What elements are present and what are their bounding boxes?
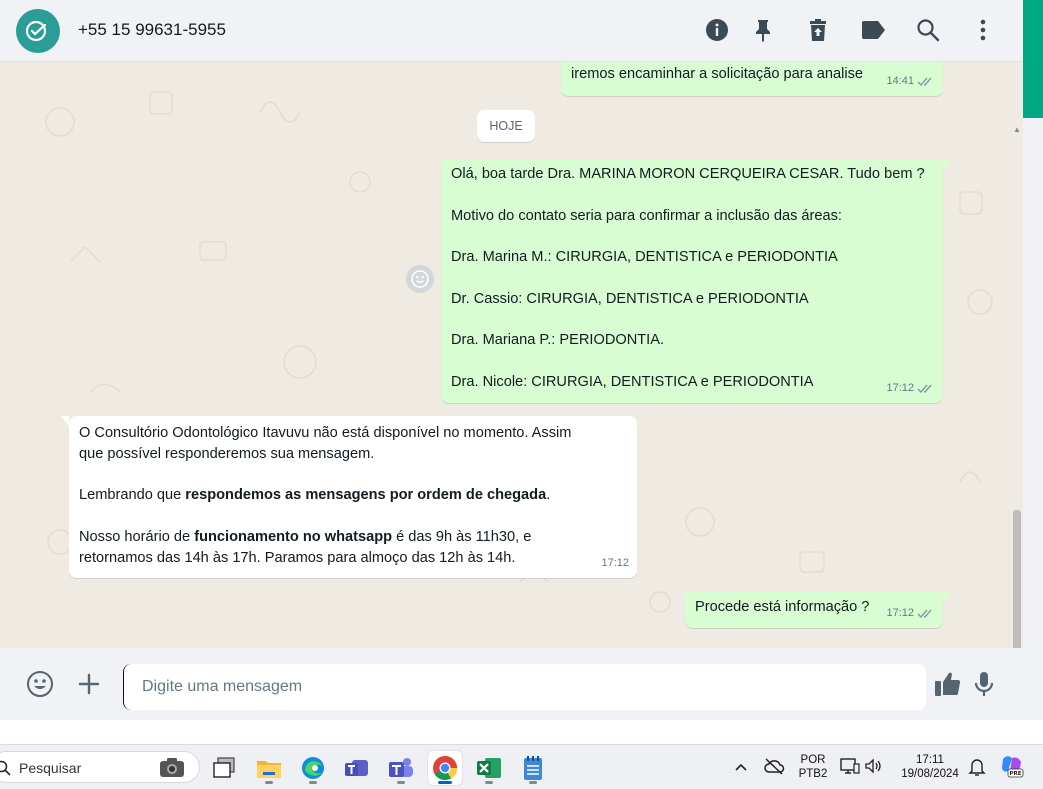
taskbar-search-label: Pesquisar bbox=[19, 760, 82, 776]
message-line: Dra. Nicole: CIRURGIA, DENTISTICA e PERI… bbox=[451, 373, 814, 390]
message-line: Dr. Cassio: CIRURGIA, DENTISTICA e PERIO… bbox=[451, 290, 809, 307]
file-explorer-icon[interactable] bbox=[252, 751, 286, 785]
teams-icon[interactable] bbox=[384, 751, 418, 785]
label-icon[interactable] bbox=[860, 17, 886, 43]
message-meta: 17:12 bbox=[886, 378, 935, 399]
volume-icon[interactable] bbox=[864, 757, 882, 780]
attach-plus-icon[interactable] bbox=[73, 668, 105, 700]
message-input[interactable] bbox=[123, 664, 926, 710]
search-icon bbox=[0, 760, 11, 776]
avatar-logo-icon bbox=[25, 20, 47, 42]
delete-icon[interactable] bbox=[805, 17, 831, 43]
message-line: Dra. Mariana P.: PERIODONTIA. bbox=[451, 332, 665, 349]
bubble-tail bbox=[943, 159, 951, 169]
message-incoming[interactable]: O Consultório Odontológico Itavuvu não e… bbox=[61, 416, 637, 578]
window-edge bbox=[1023, 0, 1043, 720]
thumbs-up-icon[interactable] bbox=[932, 668, 964, 700]
cloud-offline-icon[interactable] bbox=[763, 757, 785, 780]
taskbar: Pesquisar POR PTB2 17:11 19/08/2024 PRE bbox=[0, 744, 1043, 789]
system-clock[interactable]: 17:11 19/08/2024 bbox=[895, 753, 965, 781]
tray-chevron-up-icon[interactable] bbox=[734, 759, 748, 777]
message-list[interactable]: ▲ ▼ iremos encaminhar a solicitação para… bbox=[0, 62, 1023, 648]
clock-date: 19/08/2024 bbox=[901, 768, 959, 780]
message-time: 17:12 bbox=[886, 607, 914, 620]
emoji-icon[interactable] bbox=[24, 668, 56, 700]
pin-icon[interactable] bbox=[750, 17, 776, 43]
edge-browser-icon[interactable] bbox=[296, 751, 330, 785]
message-outgoing[interactable]: Procede está informação ? 17:12 bbox=[685, 591, 951, 628]
search-icon[interactable] bbox=[915, 17, 941, 43]
message-body: O Consultório Odontológico Itavuvu não e… bbox=[79, 423, 571, 569]
message-line: Lembrando que respondemos as mensagens p… bbox=[79, 487, 551, 504]
teams-classic-icon[interactable] bbox=[340, 751, 374, 785]
task-view-icon[interactable] bbox=[207, 751, 241, 785]
message-time: 17:12 bbox=[886, 382, 914, 395]
chrome-icon[interactable] bbox=[428, 751, 462, 785]
menu-icon[interactable] bbox=[970, 17, 996, 43]
message-line: Motivo do contato seria para confirmar a… bbox=[451, 207, 842, 224]
message-text: iremos encaminhar a solicitação para ana… bbox=[571, 66, 864, 82]
message-line: Dra. Marina M.: CIRURGIA, DENTISTICA e P… bbox=[451, 249, 838, 266]
message-meta: 14:41 bbox=[886, 71, 935, 92]
scroll-up-arrow[interactable]: ▲ bbox=[1013, 126, 1021, 134]
bold-text: respondemos as mensagens por ordem de ch… bbox=[185, 487, 547, 504]
message-text: Procede está informação ? bbox=[695, 599, 870, 615]
info-icon[interactable] bbox=[704, 17, 730, 43]
message-meta: 17:12 bbox=[601, 553, 629, 574]
smiley-icon bbox=[411, 270, 429, 288]
contact-avatar[interactable] bbox=[16, 9, 60, 53]
taskbar-search[interactable]: Pesquisar bbox=[0, 751, 200, 783]
emoji-reaction-button[interactable] bbox=[406, 265, 434, 293]
scrollbar-thumb[interactable] bbox=[1013, 510, 1021, 648]
display-icon[interactable] bbox=[840, 757, 860, 780]
message-composer bbox=[0, 648, 1023, 720]
message-time: 17:12 bbox=[601, 557, 629, 570]
message-line: retornamos das 14h às 17h. Paramos para … bbox=[79, 549, 516, 566]
message-time: 14:41 bbox=[886, 75, 914, 88]
message-line: O Consultório Odontológico Itavuvu não e… bbox=[79, 425, 572, 441]
language-indicator[interactable]: POR PTB2 bbox=[796, 753, 830, 781]
camera-icon bbox=[160, 758, 184, 777]
excel-icon[interactable] bbox=[472, 751, 506, 785]
read-receipt-icon bbox=[917, 77, 932, 87]
message-outgoing[interactable]: iremos encaminhar a solicitação para ana… bbox=[561, 62, 943, 96]
read-receipt-icon bbox=[917, 384, 932, 394]
message-body: Olá, boa tarde Dra. MARINA MORON CERQUEI… bbox=[451, 164, 925, 393]
bold-text: funcionamento no whatsapp bbox=[194, 528, 393, 545]
notepad-icon[interactable] bbox=[516, 751, 550, 785]
microphone-icon[interactable] bbox=[968, 668, 1000, 700]
message-outgoing[interactable]: Olá, boa tarde Dra. MARINA MORON CERQUEI… bbox=[441, 159, 951, 403]
message-line: Nosso horário de funcionamento no whatsa… bbox=[79, 528, 532, 545]
accent-bar bbox=[1023, 0, 1043, 118]
contact-name[interactable]: +55 15 99631-5955 bbox=[78, 20, 226, 40]
window-bottom-gap bbox=[0, 720, 1043, 744]
bubble-tail bbox=[61, 416, 69, 426]
svg-text:PRE: PRE bbox=[1009, 771, 1021, 777]
date-divider: HOJE bbox=[477, 110, 535, 142]
chat-header: +55 15 99631-5955 bbox=[0, 0, 1023, 62]
message-line: que possível responderemos sua mensagem. bbox=[79, 445, 375, 462]
message-meta: 17:12 bbox=[886, 603, 935, 624]
message-line: Olá, boa tarde Dra. MARINA MORON CERQUEI… bbox=[451, 166, 925, 182]
clock-time: 17:11 bbox=[916, 754, 944, 766]
notification-bell-icon[interactable] bbox=[968, 757, 986, 782]
read-receipt-icon bbox=[917, 609, 932, 619]
copilot-icon[interactable]: PRE bbox=[999, 753, 1025, 784]
bubble-tail bbox=[943, 591, 951, 601]
